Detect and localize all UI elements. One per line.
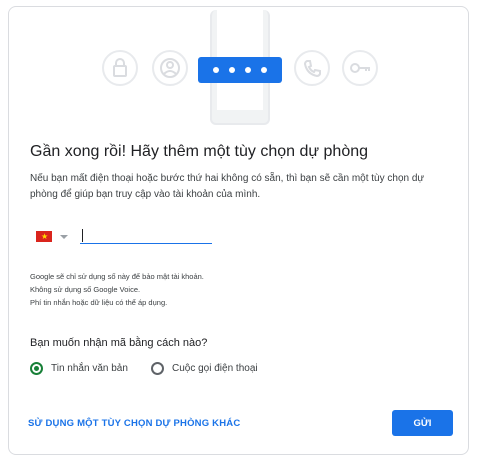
text-cursor <box>82 229 83 242</box>
note-line: Google sẽ chỉ sử dụng số này để bảo mật … <box>30 272 204 281</box>
chevron-down-icon[interactable] <box>60 235 68 239</box>
person-icon <box>152 50 188 86</box>
radio-phone-call[interactable]: Cuộc gọi điện thoại <box>151 362 258 375</box>
radio-selected-icon[interactable] <box>30 362 43 375</box>
illustration <box>98 10 383 130</box>
radio-unselected-icon[interactable] <box>151 362 164 375</box>
other-backup-option-link[interactable]: SỬ DỤNG MỘT TÙY CHỌN DỰ PHÒNG KHÁC <box>28 418 240 429</box>
send-button[interactable]: GỬI <box>392 410 453 436</box>
radio-label: Cuộc gọi điện thoại <box>172 363 258 374</box>
lock-icon <box>102 50 138 86</box>
radio-text-message[interactable]: Tin nhắn văn bản <box>30 362 128 375</box>
method-question: Bạn muốn nhận mã bằng cách nào? <box>30 337 208 349</box>
phone-number-input[interactable] <box>80 226 212 244</box>
page-description: Nếu bạn mất điện thoại hoặc bước thứ hai… <box>30 173 425 200</box>
phone-graphic <box>198 10 282 125</box>
page-title: Gần xong rồi! Hãy thêm một tùy chọn dự p… <box>30 143 369 160</box>
note-line: Phí tin nhắn hoặc dữ liệu có thể áp dụng… <box>30 298 168 307</box>
country-flag-icon[interactable]: ★ <box>36 231 52 242</box>
radio-label: Tin nhắn văn bản <box>51 363 128 374</box>
code-bar <box>198 57 282 83</box>
note-line: Không sử dụng số Google Voice. <box>30 285 141 294</box>
phone-call-icon <box>294 50 330 86</box>
key-icon <box>342 50 378 86</box>
notes: Google sẽ chỉ sử dụng số này để bảo mật … <box>30 270 204 309</box>
